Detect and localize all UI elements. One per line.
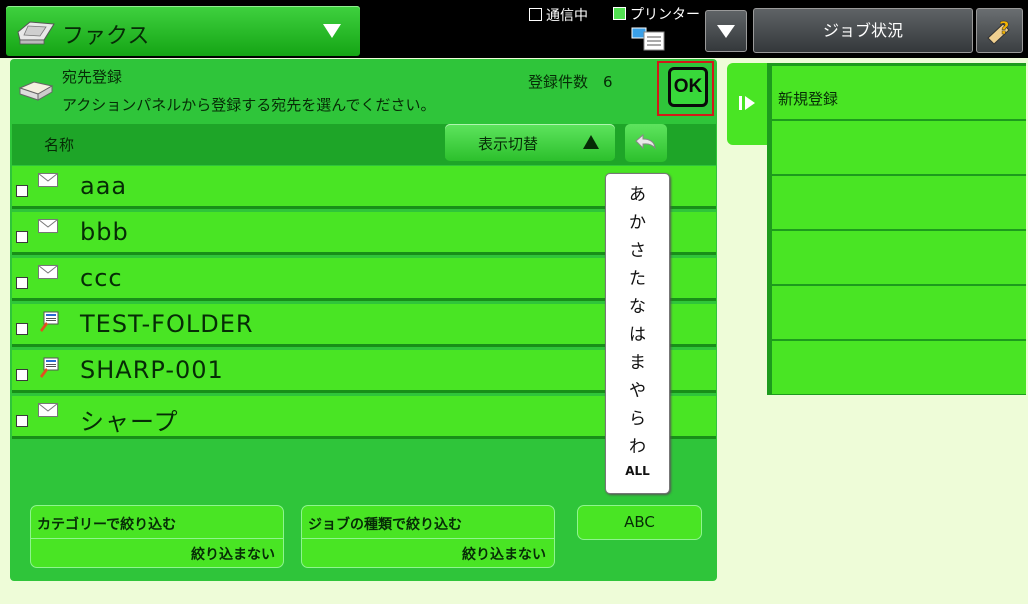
undo-button[interactable] [625,124,667,162]
row-checkbox[interactable] [16,369,28,381]
row-checkbox[interactable] [16,415,28,427]
mail-icon [38,264,58,283]
kana-index-item[interactable]: た [606,264,669,289]
status-dropdown-button[interactable] [705,10,747,52]
address-book-icon [18,78,54,106]
registered-count-label: 登録件数 [528,73,589,91]
printer-icon [630,24,666,56]
fax-icon [16,18,56,50]
comm-status-indicator: 通信中 [529,5,588,25]
category-filter-value: 絞り込まない [191,547,275,563]
registered-count: 登録件数 6 [528,71,613,92]
mail-icon [38,172,58,191]
job-status-button[interactable]: ジョブ状況 [753,8,973,53]
category-filter-button[interactable]: カテゴリーで絞り込む 絞り込まない [30,505,284,568]
view-switch-label: 表示切替 [478,135,539,153]
panel-expand-icon [739,96,755,110]
action-item-new-register[interactable]: 新規登録 [772,66,1026,120]
address-name: TEST-FOLDER [80,310,254,338]
kana-index-item[interactable]: か [606,208,669,233]
status-checkbox-icon [613,7,626,20]
ok-button[interactable]: OK [668,67,708,107]
help-icon: ? [987,18,1010,45]
chevron-down-icon [717,25,735,38]
undo-arrow-icon [635,133,656,150]
kana-index-item[interactable]: ま [606,348,669,373]
address-name: SHARP-001 [80,356,224,384]
sort-up-icon [583,135,599,149]
chevron-down-icon [323,23,341,42]
comm-status-label: 通信中 [546,8,588,24]
action-item [772,341,1026,395]
panel-title: 宛先登録 [62,68,123,86]
kana-index-item[interactable]: さ [606,236,669,261]
kana-index-item[interactable]: あ [606,180,669,205]
mail-icon [38,402,58,421]
folder-address-icon [38,356,60,382]
help-button[interactable]: ? [976,8,1023,53]
column-name-header: 名称 [44,136,75,154]
action-item [772,231,1026,285]
mode-selector[interactable]: ファクス [6,6,360,56]
registered-count-value: 6 [603,73,613,91]
kana-index-item[interactable]: な [606,292,669,317]
divider [31,538,283,539]
action-item [772,121,1026,175]
kana-index-item[interactable]: や [606,376,669,401]
abc-index-button[interactable]: ABC [577,505,702,540]
printer-status-indicator: プリンター [613,4,700,24]
row-checkbox[interactable] [16,185,28,197]
action-item [772,286,1026,340]
status-checkbox-icon [529,8,542,21]
panel-instruction: アクションパネルから登録する宛先を選んでください。 [62,96,436,114]
mail-icon [38,218,58,237]
printer-status-label: プリンター [630,7,700,23]
action-item [772,176,1026,230]
folder-address-icon [38,310,60,336]
action-panel-tab[interactable] [727,63,769,145]
kana-index-all[interactable]: ALL [606,464,669,478]
kana-index-item[interactable]: ら [606,404,669,429]
address-name: ccc [80,264,123,292]
address-name: シャープ [80,408,179,436]
jobtype-filter-title: ジョブの種類で絞り込む [308,517,462,533]
view-switch-button[interactable]: 表示切替 [445,124,615,161]
kana-index-item[interactable]: は [606,320,669,345]
address-name: bbb [80,218,129,246]
row-checkbox[interactable] [16,323,28,335]
kana-index-item[interactable]: わ [606,432,669,457]
action-item-label: 新規登録 [778,90,839,108]
kana-index-bar: あ か さ た な は ま や ら わ ALL [605,173,670,494]
row-checkbox[interactable] [16,277,28,289]
jobtype-filter-value: 絞り込まない [462,547,546,563]
category-filter-title: カテゴリーで絞り込む [37,517,177,533]
svg-text:?: ? [999,18,1009,39]
row-checkbox[interactable] [16,231,28,243]
address-name: aaa [80,172,128,200]
jobtype-filter-button[interactable]: ジョブの種類で絞り込む 絞り込まない [301,505,555,568]
mode-label: ファクス [62,24,150,49]
divider [302,538,554,539]
